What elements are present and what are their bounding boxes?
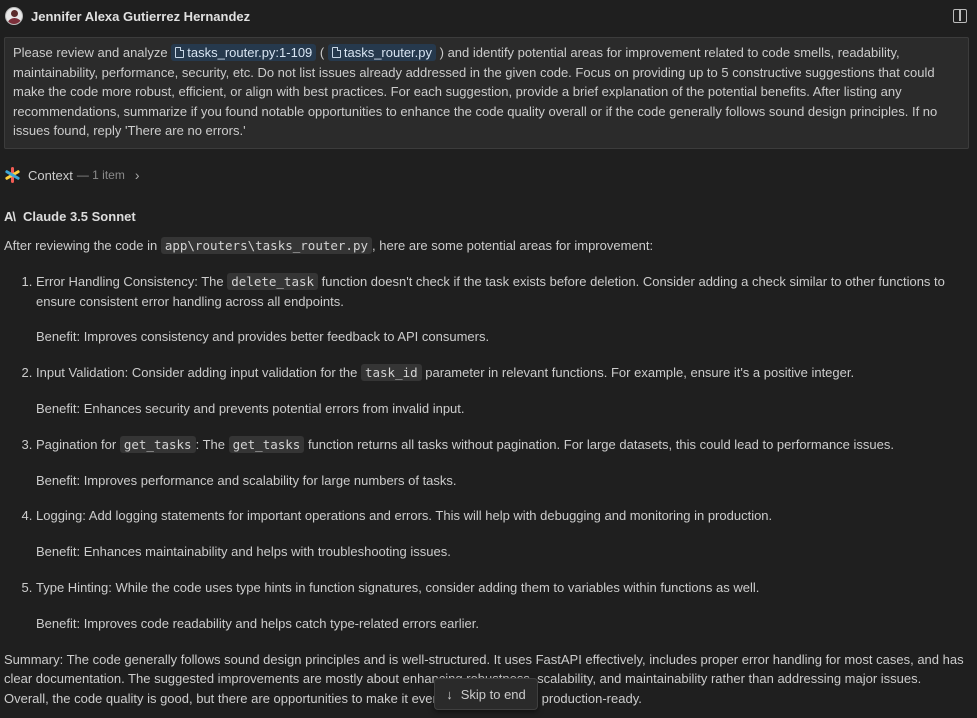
suggestion-list: Error Handling Consistency: The delete_t…: [4, 272, 966, 634]
benefit-text: Benefit: Improves consistency and provid…: [36, 329, 490, 345]
benefit-text: Benefit: Improves code readability and h…: [36, 615, 479, 631]
list-item: Pagination for get_tasks: The get_tasks …: [36, 435, 966, 491]
file-reference-label: tasks_router.py: [343, 45, 433, 60]
file-icon: [331, 47, 341, 58]
inline-code: delete_task: [227, 272, 319, 290]
list-item: Type Hinting: While the code uses type h…: [36, 578, 966, 634]
model-name: Claude 3.5 Sonnet: [23, 209, 136, 224]
skip-to-end-button[interactable]: ↓ Skip to end: [434, 678, 538, 710]
file-reference-chip[interactable]: tasks_router.py:1-109: [171, 44, 317, 61]
inline-code: get_tasks: [119, 435, 196, 453]
file-icon: [175, 47, 185, 58]
context-count: — 1 item: [76, 168, 125, 182]
benefit-text: Benefit: Enhances security and prevents …: [36, 400, 465, 416]
benefit-text: Benefit: Improves performance and scalab…: [36, 472, 457, 488]
chat-header: Jennifer Alexa Gutierrez Hernandez: [0, 0, 977, 34]
context-toggle[interactable]: Context — 1 item ›: [4, 166, 140, 184]
user-prompt: Please review and analyze tasks_router.p…: [4, 37, 969, 149]
chevron-right-icon: ›: [134, 167, 140, 183]
arrow-down-icon: ↓: [446, 686, 453, 702]
anthropic-icon: A\: [4, 209, 16, 224]
model-header: A\ Claude 3.5 Sonnet: [4, 209, 136, 224]
list-item: Input Validation: Consider adding input …: [36, 363, 966, 419]
file-reference-chip[interactable]: tasks_router.py: [327, 44, 437, 61]
list-item: Logging: Add logging statements for impo…: [36, 506, 966, 562]
skip-to-end-label: Skip to end: [460, 686, 526, 702]
list-item: Error Handling Consistency: The delete_t…: [36, 272, 966, 347]
avatar: [5, 7, 23, 25]
inline-code: task_id: [360, 364, 422, 382]
assistant-response: After reviewing the code in app\routers\…: [4, 236, 966, 709]
username: Jennifer Alexa Gutierrez Hernandez: [31, 9, 251, 24]
prompt-text-start: Please review and analyze: [13, 45, 172, 60]
context-label: Context: [28, 167, 73, 183]
benefit-text: Benefit: Enhances maintainability and he…: [36, 544, 451, 560]
response-intro: After reviewing the code in app\routers\…: [4, 237, 654, 254]
inline-code: app\routers\tasks_router.py: [160, 237, 373, 254]
prompt-text-mid: (: [316, 45, 328, 60]
sparkle-icon: [4, 167, 21, 183]
file-reference-label: tasks_router.py:1-109: [187, 45, 313, 60]
inline-code: get_tasks: [228, 435, 305, 453]
split-layout-icon[interactable]: [953, 9, 967, 23]
